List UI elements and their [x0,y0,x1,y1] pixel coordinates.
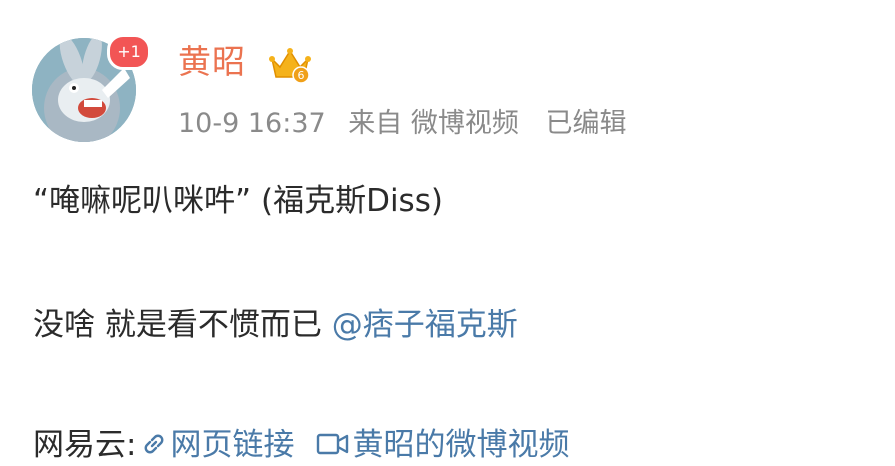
video-icon [317,433,349,455]
username[interactable]: 黄昭 [178,40,246,84]
post-text-line-1: “唵嘛呢叭咪吽” (福克斯Diss) [33,183,443,219]
post-text: 没啥 就是看不惯而已 [33,307,332,343]
web-link[interactable]: 网页链接 [170,427,294,463]
post-source[interactable]: 来自 微博视频 [348,108,519,139]
edited-label[interactable]: 已编辑 [545,108,626,139]
timestamp[interactable]: 10-9 16:37 [178,108,326,139]
video-link[interactable]: 黄昭的微博视频 [352,427,569,463]
mention-link[interactable]: @痞子福克斯 [332,307,518,343]
netease-label: 网易云: [33,427,137,463]
crown-icon[interactable]: 6 [268,45,312,85]
svg-text:6: 6 [298,69,305,82]
notification-badge[interactable]: +1 [107,34,151,70]
link-icon [145,434,164,454]
post-text-line-2: 没啥 就是看不惯而已 @痞子福克斯 [33,304,518,346]
post-meta: 10-9 16:37 来自 微博视频 已编辑 [178,104,640,144]
post-text-line-3: 网易云: 网页链接 黄昭的微博视频 [33,424,569,466]
